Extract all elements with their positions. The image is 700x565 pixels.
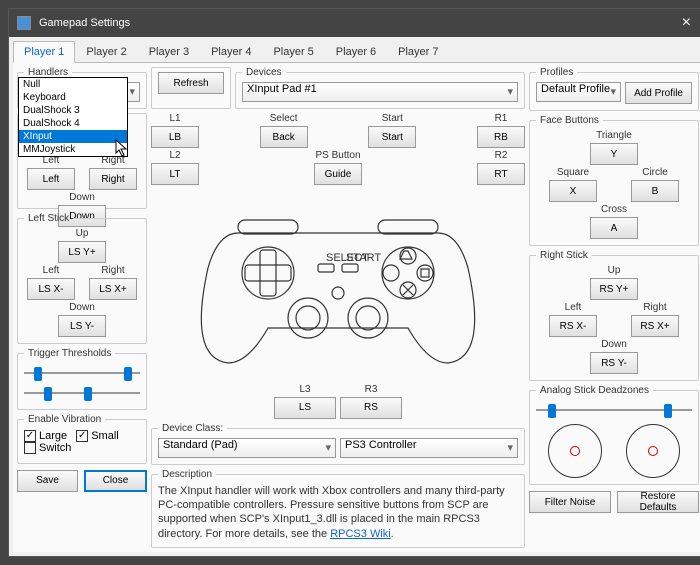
left-stick-group: Left Stick UpLS Y+ LeftLS X- RightLS X+ … — [17, 213, 147, 344]
rs-up-button[interactable]: RS Y+ — [590, 278, 638, 300]
handlers-dropdown-popup[interactable]: Null Keyboard DualShock 3 DualShock 4 XI… — [18, 77, 128, 157]
devices-select[interactable]: XInput Pad #1 — [242, 82, 518, 102]
description-text: The XInput handler will work with Xbox c… — [158, 484, 518, 541]
l3-button[interactable]: LS — [274, 397, 336, 419]
filter-noise-button[interactable]: Filter Noise — [529, 491, 611, 513]
tab-player-2[interactable]: Player 2 — [75, 41, 137, 62]
rs-left-button[interactable]: RS X- — [549, 315, 597, 337]
trigger-thresholds-group: Trigger Thresholds — [17, 348, 147, 410]
close-button[interactable]: Close — [84, 470, 147, 492]
handler-option-null[interactable]: Null — [19, 78, 127, 91]
ls-up-button[interactable]: LS Y+ — [58, 241, 106, 263]
handler-option-dualshock4[interactable]: DualShock 4 — [19, 117, 127, 130]
ps-button[interactable]: Guide — [314, 163, 362, 185]
vibration-large-checkbox[interactable]: ✓Large — [24, 430, 67, 442]
refresh-button[interactable]: Refresh — [158, 72, 224, 94]
triangle-button[interactable]: Y — [590, 143, 638, 165]
tab-player-3[interactable]: Player 3 — [138, 41, 200, 62]
device-class-group: Device Class: Standard (Pad) PS3 Control… — [151, 423, 525, 465]
r2-button[interactable]: RT — [477, 163, 525, 185]
dpad-right-button[interactable]: Right — [89, 168, 137, 190]
face-buttons-group: Face Buttons TriangleY SquareX CircleB C… — [529, 115, 699, 246]
trigger-slider-2[interactable] — [24, 383, 140, 403]
devices-group: Devices XInput Pad #1 — [235, 67, 525, 109]
deadzone-left-visual — [548, 424, 602, 478]
save-button[interactable]: Save — [17, 470, 78, 492]
controller-diagram: SELECTSTART — [151, 189, 525, 378]
deadzone-right-visual — [626, 424, 680, 478]
tab-player-1[interactable]: Player 1 — [13, 41, 75, 63]
close-icon[interactable]: × — [674, 14, 699, 32]
vibration-group: Enable Vibration ✓Large ✓Small Switch — [17, 414, 147, 464]
select-button[interactable]: Back — [260, 126, 308, 148]
vibration-small-checkbox[interactable]: ✓Small — [76, 430, 119, 442]
deadzones-group: Analog Stick Deadzones — [529, 385, 699, 485]
tab-player-4[interactable]: Player 4 — [200, 41, 262, 62]
window-title: Gamepad Settings — [39, 17, 674, 29]
l2-button[interactable]: LT — [151, 163, 199, 185]
player-tabs: Player 1 Player 2 Player 3 Player 4 Play… — [13, 41, 700, 63]
mapping-top: L1LB SelectBack StartStart R1RB L2LT PS … — [151, 113, 525, 185]
handler-option-keyboard[interactable]: Keyboard — [19, 91, 127, 104]
description-group: Description The XInput handler will work… — [151, 469, 525, 548]
l1-button[interactable]: LB — [151, 126, 199, 148]
device-class-select[interactable]: Standard (Pad) — [158, 438, 336, 458]
tab-player-5[interactable]: Player 5 — [262, 41, 324, 62]
handler-option-mmjoystick[interactable]: MMJoystick — [19, 143, 127, 156]
add-profile-button[interactable]: Add Profile — [625, 82, 692, 104]
dpad-left-button[interactable]: Left — [27, 168, 75, 190]
trigger-slider-1[interactable] — [24, 363, 140, 383]
r1-button[interactable]: RB — [477, 126, 525, 148]
rs-down-button[interactable]: RS Y- — [590, 352, 638, 374]
square-button[interactable]: X — [549, 180, 597, 202]
device-subtype-select[interactable]: PS3 Controller — [340, 438, 518, 458]
tab-player-6[interactable]: Player 6 — [325, 41, 387, 62]
circle-button[interactable]: B — [631, 180, 679, 202]
handler-option-xinput[interactable]: XInput — [19, 130, 127, 143]
svg-text:START: START — [346, 252, 381, 264]
r3-button[interactable]: RS — [340, 397, 402, 419]
rs-right-button[interactable]: RS X+ — [631, 315, 679, 337]
deadzone-slider[interactable] — [536, 400, 692, 420]
titlebar: Gamepad Settings × — [9, 9, 700, 37]
tab-player-7[interactable]: Player 7 — [387, 41, 449, 62]
profiles-group: Profiles Default Profile Add Profile — [529, 67, 699, 111]
right-stick-group: Right Stick UpRS Y+ LeftRS X- RightRS X+… — [529, 250, 699, 381]
refresh-group: Refresh — [151, 67, 231, 109]
ls-left-button[interactable]: LS X- — [27, 278, 75, 300]
ls-down-button[interactable]: LS Y- — [58, 315, 106, 337]
profiles-select[interactable]: Default Profile — [536, 82, 621, 102]
wiki-link[interactable]: RPCS3 Wiki — [330, 528, 391, 540]
ls-right-button[interactable]: LS X+ — [89, 278, 137, 300]
app-icon — [17, 16, 31, 30]
start-button[interactable]: Start — [368, 126, 416, 148]
vibration-switch-checkbox[interactable]: Switch — [24, 442, 71, 454]
handler-option-dualshock3[interactable]: DualShock 3 — [19, 104, 127, 117]
restore-defaults-button[interactable]: Restore Defaults — [617, 491, 699, 513]
cross-button[interactable]: A — [590, 217, 638, 239]
